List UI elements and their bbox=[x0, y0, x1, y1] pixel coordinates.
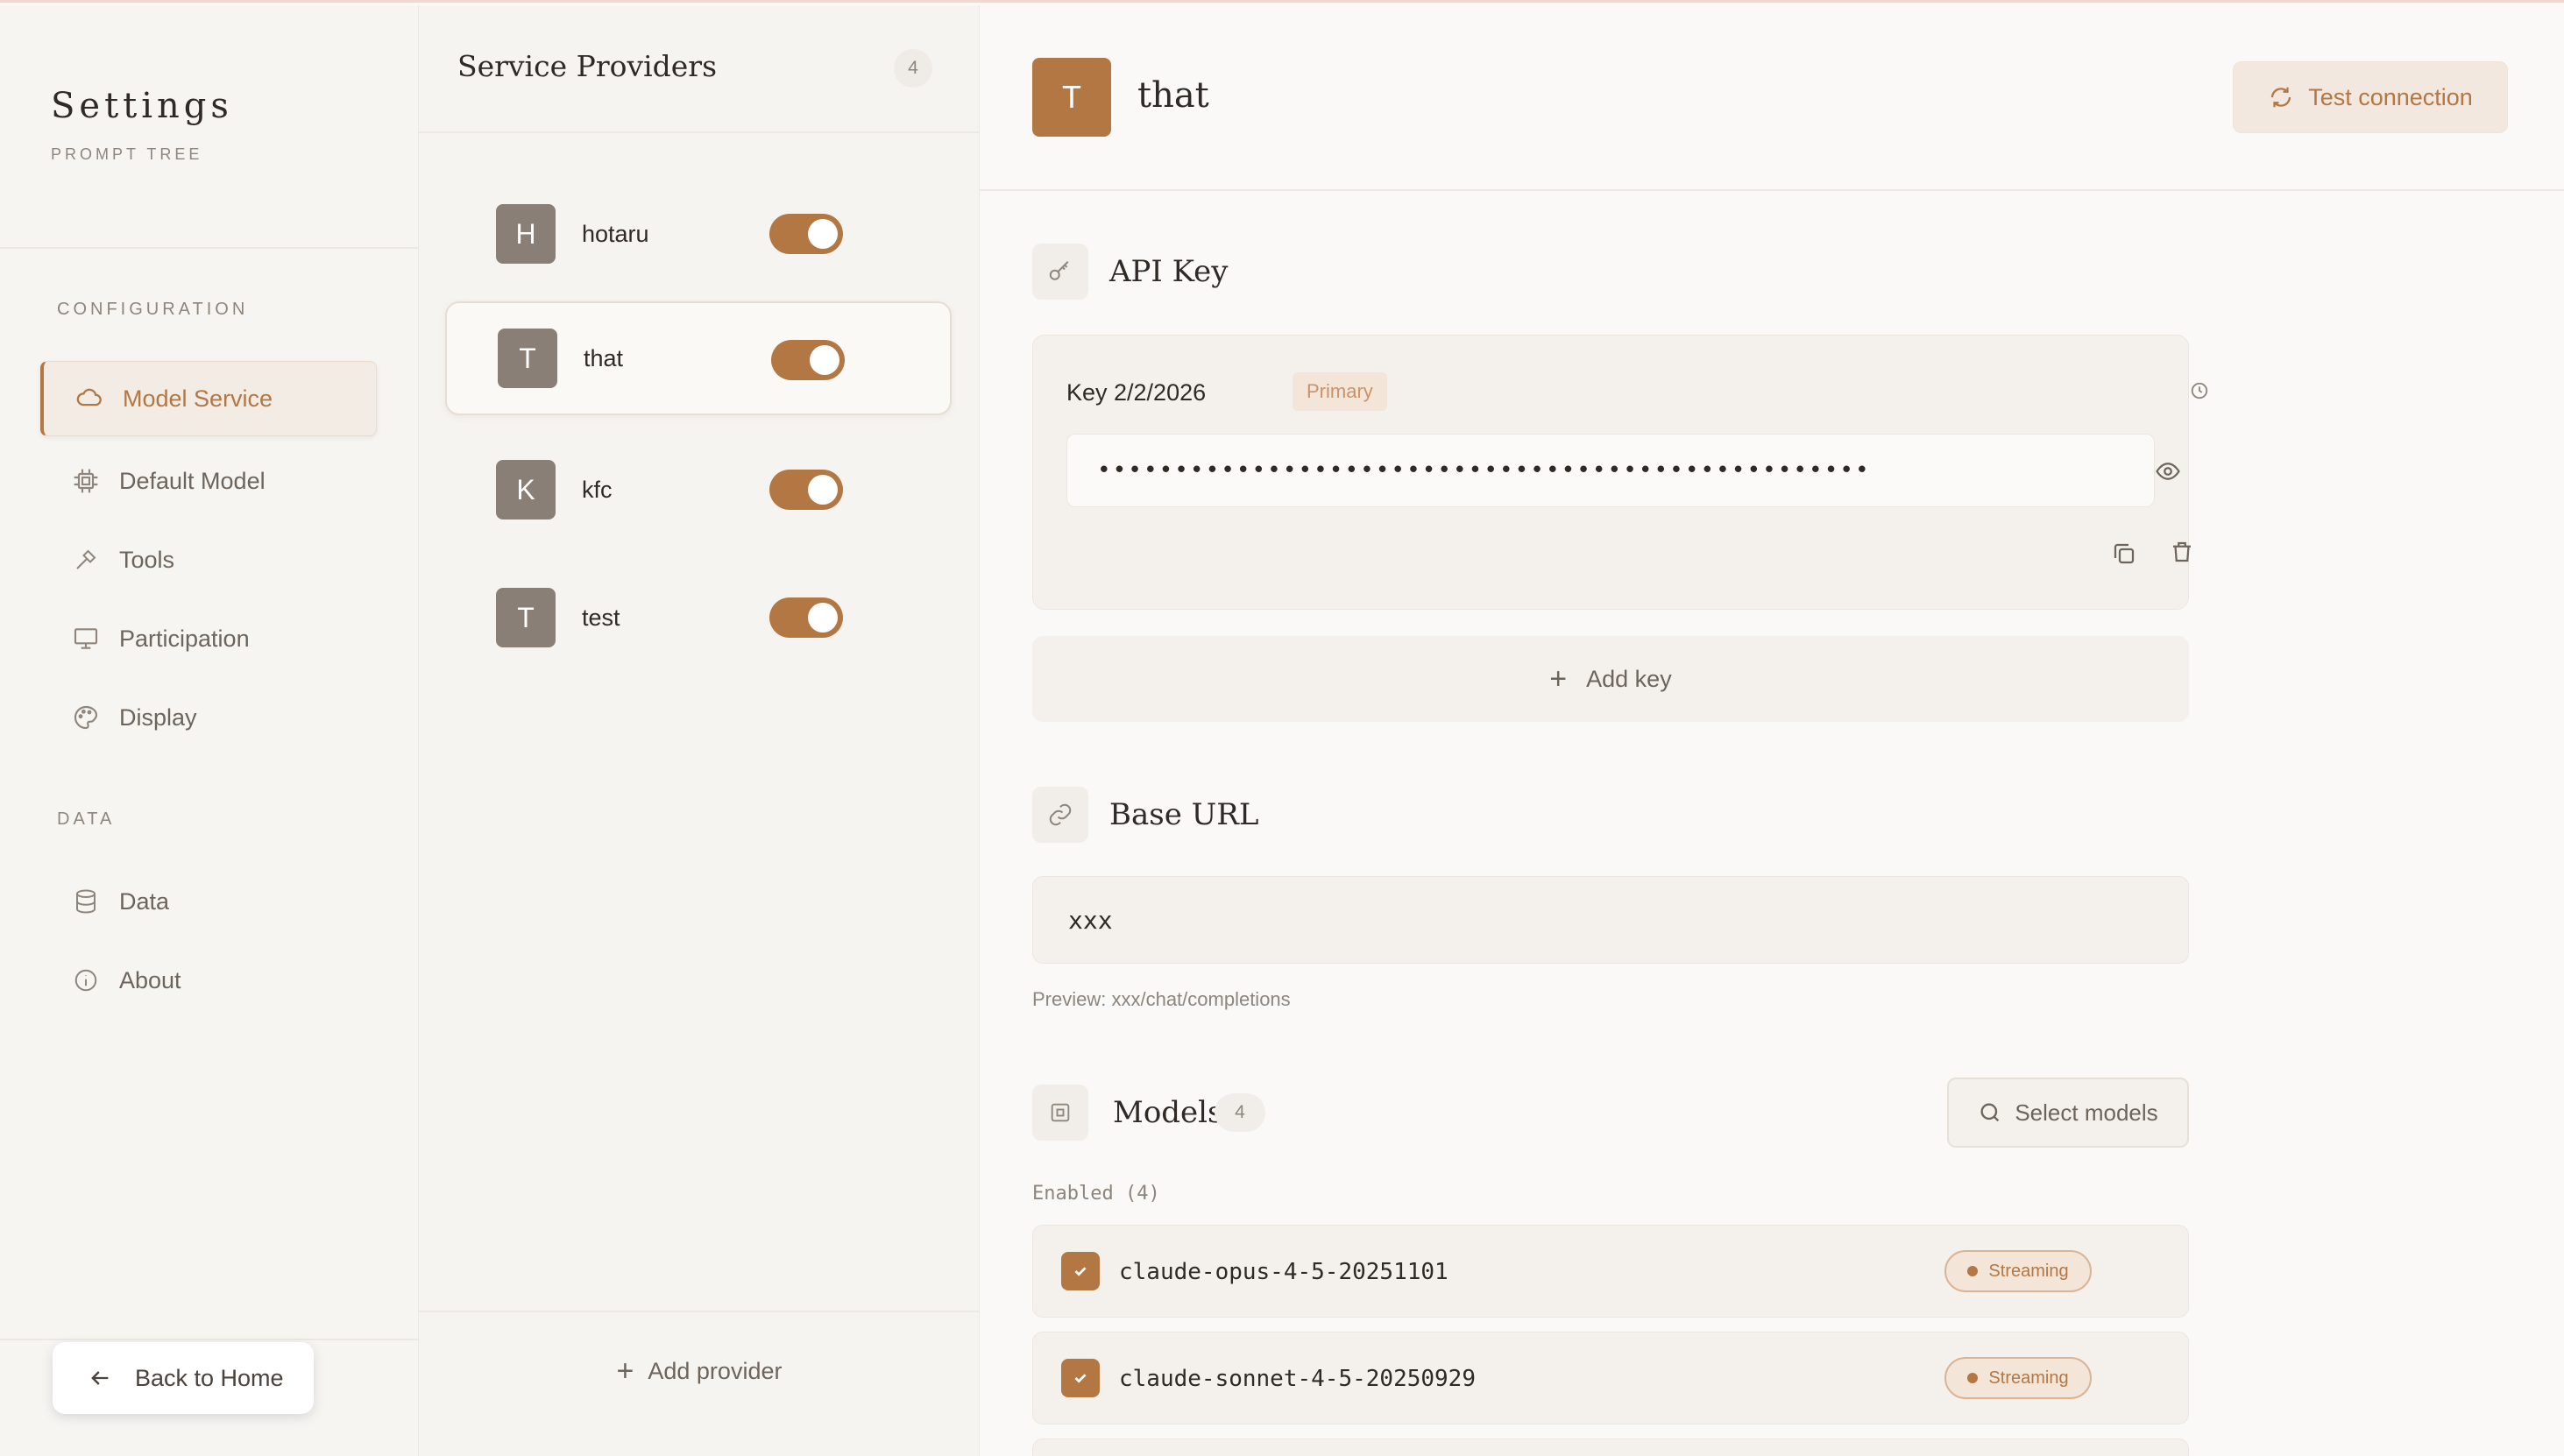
models-count-badge: 4 bbox=[1215, 1093, 1265, 1132]
section-label-configuration: CONFIGURATION bbox=[57, 300, 249, 319]
add-provider-label: Add provider bbox=[648, 1358, 783, 1384]
model-enabled-checkbox[interactable] bbox=[1061, 1252, 1100, 1290]
provider-enabled-toggle[interactable] bbox=[769, 597, 843, 638]
add-key-button[interactable]: + Add key bbox=[1032, 636, 2189, 722]
link-icon bbox=[1032, 787, 1088, 843]
sidebar-item-tools[interactable]: Tools bbox=[40, 522, 377, 597]
back-button-label: Back to Home bbox=[135, 1364, 284, 1391]
check-icon bbox=[1074, 1267, 1087, 1276]
check-icon bbox=[1074, 1374, 1087, 1383]
models-icon bbox=[1032, 1085, 1088, 1141]
settings-sidebar: Settings PROMPT TREE CONFIGURATION Model… bbox=[0, 5, 419, 1456]
test-connection-button[interactable]: Test connection bbox=[2233, 61, 2508, 133]
api-key-input[interactable]: ••••••••••••••••••••••••••••••••••••••••… bbox=[1066, 434, 2155, 507]
plus-icon: + bbox=[616, 1354, 634, 1388]
streaming-badge-label: Streaming bbox=[1988, 1368, 2069, 1388]
api-key-section-title: API Key bbox=[1109, 254, 1229, 289]
status-dot-icon bbox=[1967, 1266, 1979, 1276]
sidebar-divider bbox=[0, 247, 419, 249]
provider-avatar: T bbox=[496, 588, 556, 647]
models-section-title: Models bbox=[1113, 1095, 1223, 1130]
clock-icon[interactable] bbox=[2190, 381, 2209, 405]
sidebar-item-data[interactable]: Data bbox=[40, 864, 377, 939]
provider-detail-header: T that Test connection bbox=[980, 5, 2564, 191]
plus-icon: + bbox=[1549, 661, 1568, 696]
providers-title: Service Providers bbox=[457, 49, 718, 83]
test-connection-label: Test connection bbox=[2308, 83, 2473, 110]
monitor-icon bbox=[70, 623, 102, 654]
api-key-card: Key 2/2/2026 Primary •••••••••••••••••••… bbox=[1032, 335, 2208, 610]
model-enabled-checkbox[interactable] bbox=[1061, 1359, 1100, 1397]
select-models-label: Select models bbox=[2015, 1099, 2158, 1126]
providers-header: Service Providers 4 bbox=[419, 5, 980, 133]
provider-detail-panel: T that Test connection API Key Key 2/2/2… bbox=[980, 5, 2564, 1456]
sidebar-subtitle: PROMPT TREE bbox=[51, 145, 203, 163]
streaming-badge: Streaming bbox=[1944, 1250, 2092, 1292]
base-url-input[interactable]: xxx bbox=[1032, 876, 2189, 964]
palette-icon bbox=[70, 702, 102, 733]
provider-enabled-toggle[interactable] bbox=[769, 470, 843, 510]
sidebar-item-about[interactable]: About bbox=[40, 943, 377, 1018]
model-row[interactable]: claude-sonnet-4-5-20250929 Streaming bbox=[1032, 1332, 2189, 1424]
provider-avatar: H bbox=[496, 204, 556, 264]
base-url-preview: Preview: xxx/chat/completions bbox=[1032, 988, 1291, 1010]
sidebar-header: Settings PROMPT TREE bbox=[51, 86, 233, 164]
provider-item-test[interactable]: T test bbox=[445, 561, 952, 675]
sidebar-item-label: About bbox=[119, 966, 181, 993]
select-models-button[interactable]: Select models bbox=[1947, 1078, 2189, 1148]
model-row[interactable]: claude-opus-4-5-20251101 Streaming bbox=[1032, 1225, 2189, 1318]
base-url-section-title: Base URL bbox=[1109, 797, 1259, 832]
sidebar-item-participation[interactable]: Participation bbox=[40, 601, 377, 676]
provider-enabled-toggle[interactable] bbox=[769, 214, 843, 254]
sidebar-bottom-divider bbox=[0, 1339, 419, 1340]
service-providers-panel: Service Providers 4 H hotaru T that K kf… bbox=[419, 5, 980, 1456]
delete-key-trash-icon[interactable] bbox=[2169, 539, 2195, 565]
cloud-icon bbox=[74, 383, 105, 414]
sidebar-item-model-service[interactable]: Model Service bbox=[40, 361, 377, 436]
provider-enabled-toggle[interactable] bbox=[771, 340, 845, 380]
streaming-badge: Streaming bbox=[1944, 1357, 2092, 1399]
sidebar-item-label: Data bbox=[119, 887, 170, 915]
search-icon bbox=[1978, 1100, 2002, 1125]
chip-icon bbox=[70, 465, 102, 497]
model-row-partial bbox=[1032, 1438, 2189, 1456]
key-icon bbox=[1032, 244, 1088, 300]
info-icon bbox=[70, 965, 102, 996]
model-name: claude-sonnet-4-5-20250929 bbox=[1119, 1366, 1476, 1392]
sidebar-item-label: Default Model bbox=[119, 467, 266, 494]
model-name: claude-opus-4-5-20251101 bbox=[1119, 1259, 1448, 1285]
provider-item-kfc[interactable]: K kfc bbox=[445, 433, 952, 547]
show-key-eye-icon[interactable] bbox=[2155, 458, 2181, 484]
sidebar-item-default-model[interactable]: Default Model bbox=[40, 443, 377, 519]
section-label-data: DATA bbox=[57, 809, 116, 829]
provider-avatar: T bbox=[498, 329, 557, 388]
sidebar-item-label: Participation bbox=[119, 625, 250, 652]
copy-icon[interactable] bbox=[2111, 541, 2137, 567]
sidebar-item-display[interactable]: Display bbox=[40, 680, 377, 755]
wrench-icon bbox=[70, 544, 102, 576]
provider-detail-avatar: T bbox=[1032, 58, 1111, 137]
provider-avatar: K bbox=[496, 460, 556, 519]
provider-item-hotaru[interactable]: H hotaru bbox=[445, 177, 952, 291]
add-provider-button[interactable]: + Add provider bbox=[419, 1354, 980, 1389]
sidebar-item-label: Tools bbox=[119, 546, 175, 573]
status-dot-icon bbox=[1967, 1373, 1979, 1383]
arrow-left-icon bbox=[88, 1366, 112, 1390]
sidebar-title: Settings bbox=[51, 86, 233, 126]
sidebar-item-label: Display bbox=[119, 703, 197, 731]
providers-count-badge: 4 bbox=[894, 49, 932, 88]
provider-item-that[interactable]: T that bbox=[445, 301, 952, 415]
primary-badge: Primary bbox=[1293, 372, 1387, 411]
provider-detail-title: that bbox=[1137, 75, 1209, 116]
sidebar-item-label: Model Service bbox=[123, 385, 273, 412]
enabled-models-label: Enabled (4) bbox=[1032, 1183, 1160, 1205]
api-key-label: Key 2/2/2026 bbox=[1066, 379, 1207, 406]
refresh-icon bbox=[2268, 84, 2294, 110]
database-icon bbox=[70, 886, 102, 917]
providers-footer-divider bbox=[419, 1311, 980, 1312]
add-key-label: Add key bbox=[1586, 665, 1672, 692]
back-to-home-button[interactable]: Back to Home bbox=[53, 1342, 314, 1414]
streaming-badge-label: Streaming bbox=[1988, 1261, 2069, 1281]
